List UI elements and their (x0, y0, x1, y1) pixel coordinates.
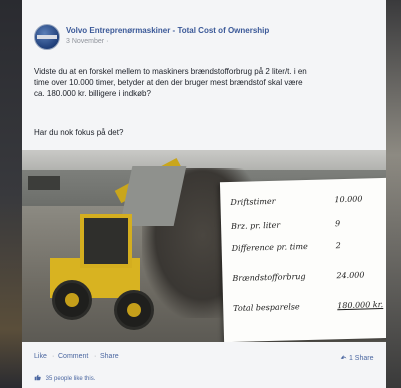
note-label: Brændstofforbrug (232, 272, 306, 283)
note-row: Total besparelse 180.000 kr. (233, 300, 386, 318)
thumbs-up-icon (34, 374, 41, 381)
likes-summary[interactable]: 35 people like this. (34, 374, 95, 382)
post-actions-bar: Like · Comment · Share 1 Share (34, 353, 384, 365)
facebook-post-card: Volvo Entreprenørmaskiner - Total Cost o… (22, 0, 386, 388)
like-button[interactable]: Like (34, 353, 47, 360)
share-icon (340, 355, 347, 359)
page-name-link[interactable]: Volvo Entreprenørmaskiner - Total Cost o… (66, 26, 269, 35)
post-header: Volvo Entreprenørmaskiner - Total Cost o… (34, 24, 384, 54)
share-button[interactable]: Share (100, 353, 119, 360)
loader-front-wheel (52, 280, 92, 320)
comment-button[interactable]: Comment (58, 353, 88, 360)
background-left (0, 0, 22, 388)
handwritten-note: Driftstimer 10.000 Brz. pr. liter 9 Diff… (219, 177, 386, 342)
likes-text: 35 people like this. (45, 376, 96, 382)
loader-rear-wheel (114, 290, 154, 330)
action-separator: · (94, 353, 97, 360)
photo-background-truck (28, 176, 60, 190)
note-value: 180.000 kr. (337, 300, 384, 311)
note-label: Difference pr. time (231, 241, 308, 253)
volvo-logo-icon[interactable] (34, 24, 60, 50)
background-right (386, 0, 401, 388)
note-row: Driftstimer 10.000 (230, 194, 386, 212)
note-label: Brz. pr. liter (230, 220, 281, 231)
note-value: 10.000 (334, 194, 363, 205)
post-photo[interactable]: Driftstimer 10.000 Brz. pr. liter 9 Diff… (22, 150, 386, 342)
share-count-link[interactable]: 1 Share (340, 353, 373, 362)
note-label: Driftstimer (230, 196, 276, 207)
action-separator: · (52, 353, 55, 360)
post-question-text: Har du nok fokus på det? (34, 128, 124, 137)
note-row: Difference pr. time 2 (232, 240, 386, 258)
note-row: Brændstofforbrug 24.000 (232, 270, 386, 288)
note-value: 24.000 (336, 270, 365, 281)
post-body-text: Vidste du at en forskel mellem to maskin… (34, 67, 307, 98)
post-timestamp[interactable]: 3 November · (66, 38, 108, 45)
share-count-label: 1 Share (348, 355, 374, 362)
note-label: Total besparelse (233, 302, 300, 313)
note-value: 9 (334, 219, 341, 229)
note-value: 2 (335, 241, 341, 251)
loader-cab (80, 214, 132, 268)
note-row: Brz. pr. liter 9 (231, 218, 386, 236)
